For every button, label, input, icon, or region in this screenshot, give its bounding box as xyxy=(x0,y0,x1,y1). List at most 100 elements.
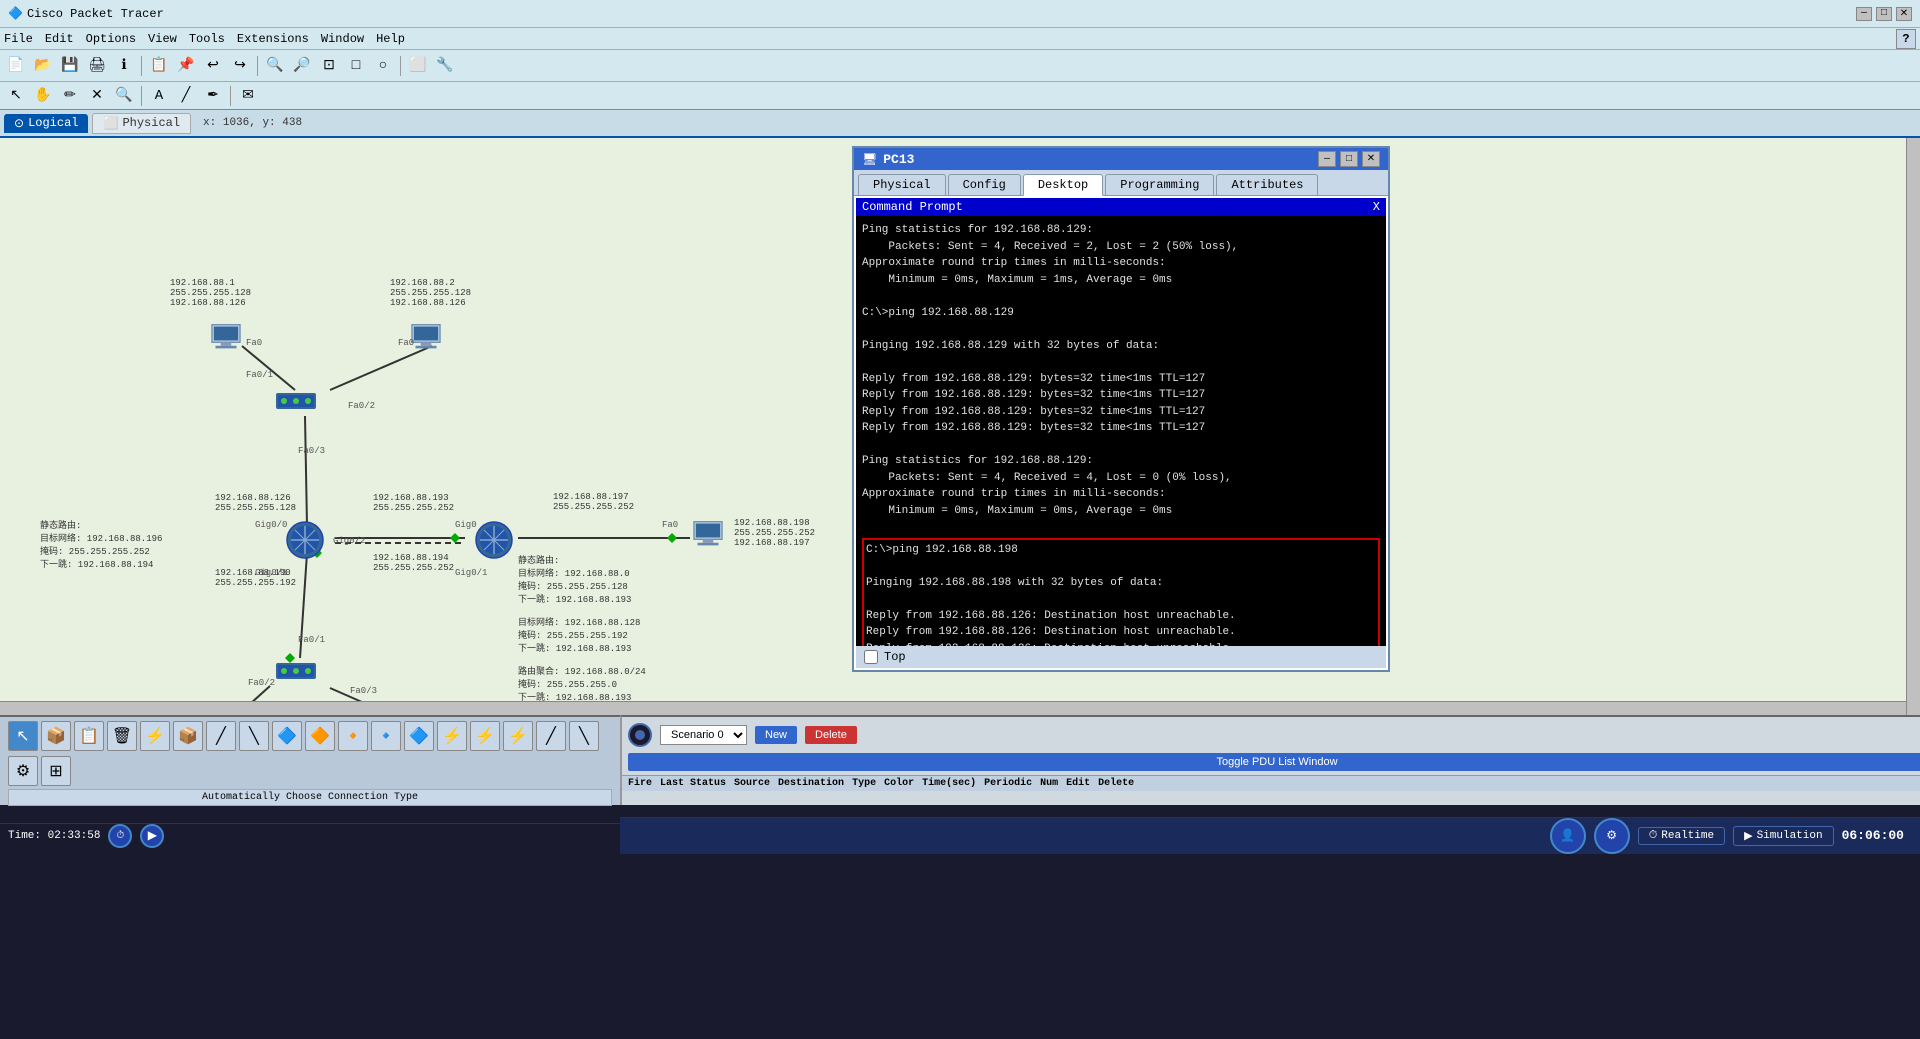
menu-window[interactable]: Window xyxy=(321,32,364,46)
tool-draw2[interactable]: ╲ xyxy=(239,721,269,751)
tool-extra2[interactable]: ⊞ xyxy=(41,756,71,786)
device-sw1[interactable] xyxy=(274,385,318,415)
pencil-tool[interactable]: ✒ xyxy=(201,84,225,108)
scenario-dropdown[interactable]: Scenario 0 xyxy=(660,725,747,745)
auto-connect-label: Automatically Choose Connection Type xyxy=(8,789,612,806)
redo-tool[interactable]: ↪ xyxy=(228,54,252,78)
tool-move[interactable]: 📦 xyxy=(41,721,71,751)
menu-tools[interactable]: Tools xyxy=(189,32,225,46)
user-avatar[interactable]: 👤 xyxy=(1550,818,1586,854)
open-tool[interactable]: 📂 xyxy=(31,54,55,78)
device-pc3[interactable] xyxy=(690,520,726,548)
clock-btn[interactable]: ⏱ xyxy=(108,824,132,848)
sim-panel: Scenario 0 New Delete Toggle PDU List Wi… xyxy=(620,715,1920,805)
device-router2[interactable] xyxy=(472,518,516,562)
settings-avatar[interactable]: ⚙ xyxy=(1594,818,1630,854)
col-source: Source xyxy=(734,778,770,789)
label-tool[interactable]: A xyxy=(147,84,171,108)
draw-ellipse-tool[interactable]: ○ xyxy=(371,54,395,78)
menu-file[interactable]: File xyxy=(4,32,33,46)
zoom-fit-tool[interactable]: ⊡ xyxy=(317,54,341,78)
custom2-tool[interactable]: 🔧 xyxy=(433,54,457,78)
tool-draw4[interactable]: 🔶 xyxy=(305,721,335,751)
device-pc1[interactable] xyxy=(208,323,244,351)
top-label: Top xyxy=(884,650,906,664)
dialog-minimize[interactable]: — xyxy=(1318,151,1336,167)
save-tool[interactable]: 💾 xyxy=(58,54,82,78)
menu-help[interactable]: Help xyxy=(376,32,405,46)
select-tool[interactable]: ↖ xyxy=(4,84,28,108)
tool-draw11[interactable]: ╱ xyxy=(536,721,566,751)
tool-draw1[interactable]: ╱ xyxy=(206,721,236,751)
simulation-btn[interactable]: ▶ Simulation xyxy=(1733,826,1833,846)
tool-draw8[interactable]: ⚡ xyxy=(437,721,467,751)
tool-draw9[interactable]: ⚡ xyxy=(470,721,500,751)
tab-physical[interactable]: ⬜ Physical xyxy=(92,113,191,134)
draw-rect-tool[interactable]: □ xyxy=(344,54,368,78)
horizontal-scrollbar[interactable] xyxy=(0,701,1906,715)
tool-custom2[interactable]: 📦 xyxy=(173,721,203,751)
delete-scenario-btn[interactable]: Delete xyxy=(805,726,857,744)
col-delete: Delete xyxy=(1098,778,1134,789)
tool-draw12[interactable]: ╲ xyxy=(569,721,599,751)
cmd-output-area[interactable]: Ping statistics for 192.168.88.129: Pack… xyxy=(856,216,1386,646)
tool-select[interactable]: ↖ xyxy=(8,721,38,751)
tab-logical[interactable]: ⊙ Logical xyxy=(4,114,88,133)
cmd-hl-3: Pinging 192.168.88.198 with 32 bytes of … xyxy=(866,575,1376,592)
close-button[interactable]: ✕ xyxy=(1896,7,1912,21)
cmd-hl-7: Reply from 192.168.88.126: Destination h… xyxy=(866,641,1376,647)
paste-tool[interactable]: 📌 xyxy=(174,54,198,78)
dialog-maximize[interactable]: □ xyxy=(1340,151,1358,167)
tab-attributes[interactable]: Attributes xyxy=(1216,174,1318,195)
inspect-tool[interactable]: 🔍 xyxy=(112,84,136,108)
top-checkbox[interactable] xyxy=(864,650,878,664)
tool-draw7[interactable]: 🔷 xyxy=(404,721,434,751)
switch-icon xyxy=(274,385,318,415)
menu-extensions[interactable]: Extensions xyxy=(237,32,309,46)
tool-draw10[interactable]: ⚡ xyxy=(503,721,533,751)
custom1-tool[interactable]: ⬜ xyxy=(406,54,430,78)
pc-icon-dialog: 🖥 xyxy=(862,152,877,167)
menu-view[interactable]: View xyxy=(148,32,177,46)
right-status: 👤 ⚙ ⏱ Realtime ▶ Simulation 06:06:00 xyxy=(620,817,1920,854)
undo-tool[interactable]: ↩ xyxy=(201,54,225,78)
maximize-button[interactable]: □ xyxy=(1876,7,1892,21)
help-button[interactable]: ? xyxy=(1896,29,1916,49)
tab-physical[interactable]: Physical xyxy=(858,174,946,195)
zoom-in-tool[interactable]: 🔍 xyxy=(263,54,287,78)
toggle-pdu-btn[interactable]: Toggle PDU List Window xyxy=(628,753,1920,771)
tab-desktop[interactable]: Desktop xyxy=(1023,174,1103,196)
email-tool[interactable]: ✉ xyxy=(236,84,260,108)
realtime-btn[interactable]: ⏱ Realtime xyxy=(1638,827,1725,845)
device-router1[interactable] xyxy=(283,518,327,562)
vertical-scrollbar[interactable] xyxy=(1906,138,1920,715)
move-tool[interactable]: ✋ xyxy=(31,84,55,108)
print-tool[interactable]: 🖨 xyxy=(85,54,109,78)
minimize-button[interactable]: — xyxy=(1856,7,1872,21)
note-tool[interactable]: ✏ xyxy=(58,84,82,108)
tool-delete[interactable]: 🗑 xyxy=(107,721,137,751)
dialog-controls: — □ ✕ xyxy=(1318,151,1380,167)
tool-draw5[interactable]: 🔸 xyxy=(338,721,368,751)
new-scenario-btn[interactable]: New xyxy=(755,726,797,744)
tool-draw6[interactable]: 🔹 xyxy=(371,721,401,751)
new-tool[interactable]: 📄 xyxy=(4,54,28,78)
tool-custom1[interactable]: ⚡ xyxy=(140,721,170,751)
cmd-close-btn[interactable]: X xyxy=(1373,200,1380,214)
delete-tool[interactable]: ✕ xyxy=(85,84,109,108)
copy-tool[interactable]: 📋 xyxy=(147,54,171,78)
line-tool[interactable]: ╱ xyxy=(174,84,198,108)
menu-edit[interactable]: Edit xyxy=(45,32,74,46)
tool-draw3[interactable]: 🔷 xyxy=(272,721,302,751)
tab-programming[interactable]: Programming xyxy=(1105,174,1214,195)
tool-note[interactable]: 📋 xyxy=(74,721,104,751)
menu-options[interactable]: Options xyxy=(86,32,136,46)
dialog-tab-bar: Physical Config Desktop Programming Attr… xyxy=(854,170,1388,196)
info-tool[interactable]: ℹ xyxy=(112,54,136,78)
device-sw2[interactable] xyxy=(274,655,318,685)
play-btn[interactable]: ▶ xyxy=(140,824,164,848)
zoom-out-tool[interactable]: 🔎 xyxy=(290,54,314,78)
dialog-close[interactable]: ✕ xyxy=(1362,151,1380,167)
tool-extra1[interactable]: ⚙ xyxy=(8,756,38,786)
tab-config[interactable]: Config xyxy=(948,174,1021,195)
